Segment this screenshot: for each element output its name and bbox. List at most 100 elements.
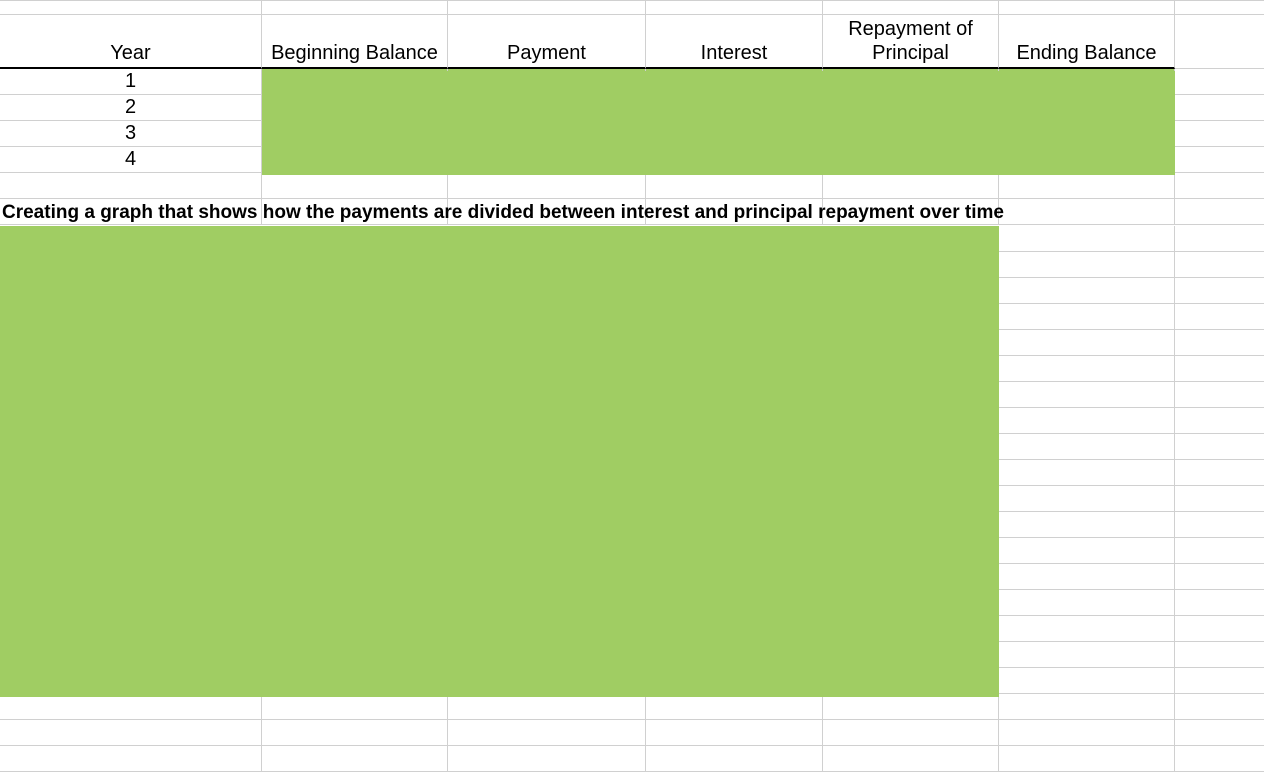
cell-empty[interactable] bbox=[0, 720, 262, 746]
cell-empty[interactable] bbox=[1175, 486, 1264, 512]
cell-empty[interactable] bbox=[1175, 616, 1264, 642]
cell-empty[interactable] bbox=[0, 746, 262, 772]
cell-empty[interactable] bbox=[1175, 278, 1264, 304]
cell-empty[interactable] bbox=[1175, 720, 1264, 746]
header-ending-balance-label: Ending Balance bbox=[1016, 41, 1156, 65]
cell-empty[interactable] bbox=[1175, 746, 1264, 772]
cell-empty[interactable] bbox=[1175, 252, 1264, 278]
cell-empty[interactable] bbox=[999, 408, 1175, 434]
cell-empty[interactable] bbox=[999, 278, 1175, 304]
cell-empty[interactable] bbox=[823, 720, 999, 746]
cell-empty[interactable] bbox=[823, 694, 999, 720]
cell-empty[interactable] bbox=[646, 746, 823, 772]
year-1-label: 1 bbox=[125, 70, 136, 93]
cell-empty[interactable] bbox=[1175, 95, 1264, 121]
cell-empty[interactable] bbox=[448, 746, 646, 772]
highlighted-graph-region[interactable] bbox=[0, 226, 999, 697]
cell-empty[interactable] bbox=[646, 694, 823, 720]
cell-empty[interactable] bbox=[0, 0, 262, 15]
cell-empty[interactable] bbox=[646, 173, 823, 199]
cell-empty[interactable] bbox=[999, 746, 1175, 772]
cell-empty[interactable] bbox=[262, 173, 448, 199]
cell-empty[interactable] bbox=[1175, 304, 1264, 330]
highlighted-data-region[interactable] bbox=[262, 71, 1175, 175]
cell-empty[interactable] bbox=[1175, 356, 1264, 382]
cell-empty[interactable] bbox=[1175, 590, 1264, 616]
year-1-cell[interactable]: 1 bbox=[0, 69, 262, 95]
year-3-cell[interactable]: 3 bbox=[0, 121, 262, 147]
cell-empty[interactable] bbox=[1175, 121, 1264, 147]
cell-empty[interactable] bbox=[448, 694, 646, 720]
cell-empty[interactable] bbox=[448, 720, 646, 746]
header-repayment-principal[interactable]: Repayment of Principal bbox=[823, 15, 999, 69]
cell-empty[interactable] bbox=[262, 0, 448, 15]
cell-empty[interactable] bbox=[262, 694, 448, 720]
cell-empty[interactable] bbox=[1175, 69, 1264, 95]
cell-empty[interactable] bbox=[999, 512, 1175, 538]
year-4-cell[interactable]: 4 bbox=[0, 147, 262, 173]
cell-empty[interactable] bbox=[1175, 382, 1264, 408]
cell-empty[interactable] bbox=[999, 330, 1175, 356]
header-repayment-principal-label: Repayment of Principal bbox=[823, 17, 998, 65]
cell-empty[interactable] bbox=[1175, 147, 1264, 173]
cell-empty[interactable] bbox=[1175, 460, 1264, 486]
cell-empty[interactable] bbox=[0, 173, 262, 199]
cell-empty[interactable] bbox=[999, 252, 1175, 278]
cell-empty[interactable] bbox=[1175, 564, 1264, 590]
header-payment-label: Payment bbox=[507, 41, 586, 65]
cell-empty[interactable] bbox=[823, 173, 999, 199]
cell-empty[interactable] bbox=[999, 304, 1175, 330]
cell-empty[interactable] bbox=[1175, 330, 1264, 356]
cell-empty[interactable] bbox=[999, 226, 1175, 252]
cell-empty[interactable] bbox=[1175, 199, 1264, 225]
cell-empty[interactable] bbox=[999, 538, 1175, 564]
cell-empty[interactable] bbox=[1175, 694, 1264, 720]
header-beginning-balance-label: Beginning Balance bbox=[271, 41, 438, 65]
header-interest-label: Interest bbox=[701, 41, 768, 65]
cell-empty[interactable] bbox=[1175, 226, 1264, 252]
cell-empty[interactable] bbox=[646, 720, 823, 746]
cell-empty[interactable] bbox=[999, 694, 1175, 720]
header-ending-balance[interactable]: Ending Balance bbox=[999, 15, 1175, 69]
cell-empty[interactable] bbox=[448, 173, 646, 199]
cell-empty[interactable] bbox=[823, 746, 999, 772]
cell-empty[interactable] bbox=[999, 356, 1175, 382]
cell-empty[interactable] bbox=[1175, 668, 1264, 694]
cell-empty[interactable] bbox=[646, 0, 823, 15]
cell-empty[interactable] bbox=[999, 616, 1175, 642]
cell-empty[interactable] bbox=[999, 434, 1175, 460]
cell-empty[interactable] bbox=[999, 382, 1175, 408]
year-3-label: 3 bbox=[125, 122, 136, 145]
year-2-label: 2 bbox=[125, 96, 136, 119]
cell-empty[interactable] bbox=[448, 0, 646, 15]
header-interest[interactable]: Interest bbox=[646, 15, 823, 69]
year-4-label: 4 bbox=[125, 148, 136, 171]
header-payment[interactable]: Payment bbox=[448, 15, 646, 69]
cell-empty[interactable] bbox=[999, 460, 1175, 486]
cell-empty[interactable] bbox=[1175, 0, 1264, 15]
cell-empty[interactable] bbox=[999, 173, 1175, 199]
cell-empty[interactable] bbox=[999, 0, 1175, 15]
cell-empty[interactable] bbox=[1175, 408, 1264, 434]
cell-empty[interactable] bbox=[1175, 434, 1264, 460]
cell-empty[interactable] bbox=[999, 590, 1175, 616]
cell-empty[interactable] bbox=[999, 564, 1175, 590]
year-2-cell[interactable]: 2 bbox=[0, 95, 262, 121]
cell-empty[interactable] bbox=[999, 668, 1175, 694]
cell-empty[interactable] bbox=[0, 694, 262, 720]
cell-empty[interactable] bbox=[1175, 173, 1264, 199]
cell-empty[interactable] bbox=[1175, 15, 1264, 69]
cell-empty[interactable] bbox=[999, 720, 1175, 746]
cell-empty[interactable] bbox=[999, 642, 1175, 668]
cell-empty[interactable] bbox=[1175, 538, 1264, 564]
header-beginning-balance[interactable]: Beginning Balance bbox=[262, 15, 448, 69]
cell-empty[interactable] bbox=[823, 0, 999, 15]
cell-empty[interactable] bbox=[1175, 642, 1264, 668]
header-year[interactable]: Year bbox=[0, 15, 262, 69]
cell-empty[interactable] bbox=[262, 720, 448, 746]
cell-empty[interactable] bbox=[1175, 512, 1264, 538]
cell-empty[interactable] bbox=[999, 199, 1175, 225]
cell-empty[interactable] bbox=[999, 486, 1175, 512]
description-text: Creating a graph that shows how the paym… bbox=[2, 202, 1004, 224]
cell-empty[interactable] bbox=[262, 746, 448, 772]
